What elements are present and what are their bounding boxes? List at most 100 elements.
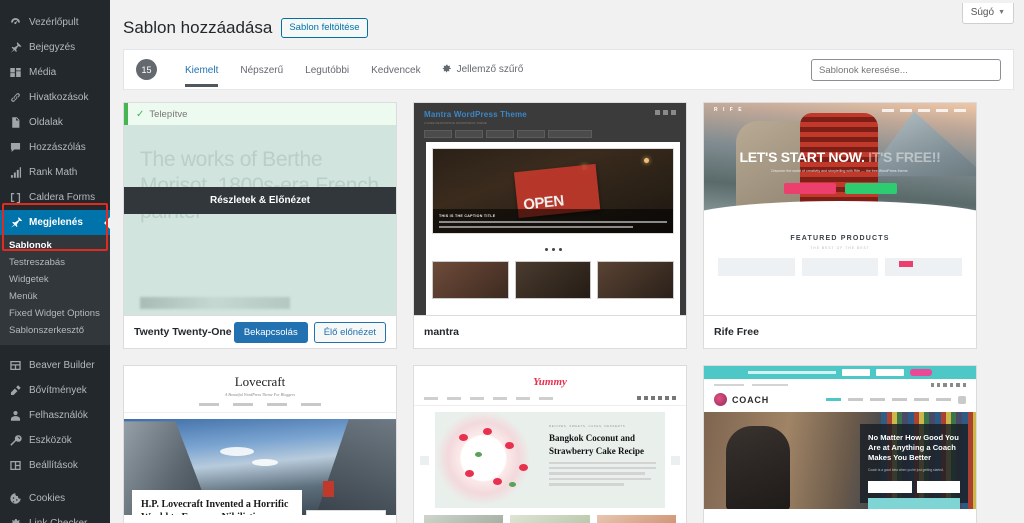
logo-text: Yummy	[533, 376, 567, 389]
sidebar-item-label: Eszközök	[29, 434, 72, 446]
submenu-item-themes[interactable]: Sablonok	[0, 237, 110, 254]
link-icon	[9, 91, 22, 104]
preview-products	[704, 250, 976, 277]
appearance-brush-icon	[9, 216, 22, 229]
theme-card[interactable]: Yummy RECIPES, SWEETS, CAKES, DESSERTS B…	[413, 365, 687, 523]
page-icon	[9, 116, 22, 129]
sidebar-item-users[interactable]: Felhasználók	[0, 403, 110, 428]
logo-text: COACH	[732, 394, 769, 405]
submenu-item-widgets[interactable]: Widgetek	[0, 271, 110, 288]
theme-card-footer: Rife Free	[704, 315, 976, 349]
preview-hero-box: No Matter How Good You Are at Anything a…	[860, 424, 968, 510]
sidebar-item-label: Rank Math	[29, 166, 78, 178]
preview-tagline: A FREE RESPONSIVE WORDPRESS THEME	[424, 121, 487, 126]
theme-screenshot[interactable]: R I F E LET'S START NOW. IT'S FREE!! Dis…	[704, 103, 976, 316]
theme-screenshot[interactable]: Yummy RECIPES, SWEETS, CAKES, DESSERTS B…	[414, 366, 686, 523]
filter-bar: 15 Kiemelt Népszerű Legutóbbi Kedvencek …	[124, 50, 1013, 91]
theme-screenshot[interactable]: Lovecraft A Beautiful WordPress Theme Fo…	[124, 366, 396, 523]
preview-post-card: H.P. Lovecraft Invented a Horrific World…	[132, 490, 302, 516]
sidebar-item-dashboard[interactable]: Vezérlőpult	[0, 10, 110, 35]
preview-header: Lovecraft A Beautiful WordPress Theme Fo…	[124, 366, 396, 420]
sidebar-item-settings[interactable]: Beállítások	[0, 453, 110, 478]
chevron-down-icon: ▼	[998, 9, 1005, 16]
themes-grid: ✓ Telepítve The works of Berthe Morisot,…	[110, 90, 1024, 523]
submenu-item-menus[interactable]: Menük	[0, 288, 110, 305]
sidebar-item-link-checker[interactable]: Link Checker	[0, 511, 110, 523]
preview-image-placeholder	[140, 297, 290, 310]
sidebar-item-tools[interactable]: Eszközök	[0, 428, 110, 453]
mantra-preview: Mantra WordPress Theme A FREE RESPONSIVE…	[414, 103, 686, 316]
submenu-label: Sablonszerkesztő	[9, 325, 84, 336]
sidebar-item-caldera-forms[interactable]: Caldera Forms	[0, 185, 110, 210]
sidebar-item-cookies[interactable]: Cookies	[0, 486, 110, 511]
submenu-label: Menük	[9, 291, 38, 302]
hero-heading: No Matter How Good You Are at Anything a…	[868, 433, 959, 463]
tab-featured[interactable]: Kiemelt	[174, 53, 229, 87]
theme-card-footer: mantra	[414, 315, 686, 349]
sidebar-item-pages[interactable]: Oldalak	[0, 110, 110, 135]
coach-preview: COACH No Matter How Good You Are at Anyt…	[704, 366, 976, 523]
submenu-item-theme-editor[interactable]: Sablonszerkesztő	[0, 322, 110, 339]
social-icons	[655, 110, 676, 116]
form-icon	[9, 191, 22, 204]
theme-card[interactable]: Mantra WordPress Theme A FREE RESPONSIVE…	[413, 102, 687, 350]
sidebar-item-media[interactable]: Média	[0, 60, 110, 85]
tab-latest[interactable]: Legutóbbi	[294, 53, 360, 87]
section-title: FEATURED PRODUCTS	[790, 235, 890, 243]
pin-icon	[9, 41, 22, 54]
slider-dots	[432, 238, 674, 256]
post-category: RECIPES, SWEETS, CAKES, DESSERTS	[549, 424, 626, 429]
sidebar-item-label: Beaver Builder	[29, 359, 95, 371]
tab-favorites[interactable]: Kedvencek	[360, 53, 431, 87]
submenu-item-customize[interactable]: Testreszabás	[0, 254, 110, 271]
tab-popular[interactable]: Népszerű	[229, 53, 294, 87]
submenu-label: Sablonok	[9, 240, 52, 251]
sidebar-item-plugins[interactable]: Bővítmények	[0, 378, 110, 403]
rife-preview: R I F E LET'S START NOW. IT'S FREE!! Dis…	[704, 103, 976, 316]
submenu-item-fixed-widget-options[interactable]: Fixed Widget Options	[0, 305, 110, 322]
hero-subtext: Coach is a good idea when you're just ge…	[868, 468, 944, 473]
sidebar-item-comments[interactable]: Hozzászólás	[0, 135, 110, 160]
preview-title: Mantra WordPress Theme	[424, 110, 527, 120]
settings-icon	[9, 459, 22, 472]
activate-button[interactable]: Bekapcsolás	[233, 321, 308, 343]
submenu-label: Widgetek	[9, 274, 49, 285]
theme-card[interactable]: R I F E LET'S START NOW. IT'S FREE!! Dis…	[703, 102, 977, 350]
sidebar-item-posts[interactable]: Bejegyzés	[0, 35, 110, 60]
preview-subtext: Discover the world of creativity and sto…	[771, 169, 909, 174]
sidebar-item-rank-math[interactable]: Rank Math	[0, 160, 110, 185]
sidebar-item-appearance[interactable]: Megjelenés	[0, 210, 111, 235]
admin-sidebar: Vezérlőpult Bejegyzés Média Hivatkozások…	[0, 0, 111, 523]
theme-count-badge: 15	[136, 59, 157, 81]
preview-topbar	[704, 379, 976, 390]
prev-arrow-icon[interactable]	[420, 455, 429, 465]
preview-promo-banner	[704, 366, 976, 380]
preview-search: ⌕	[306, 510, 386, 516]
theme-card[interactable]: ✓ Telepítve The works of Berthe Morisot,…	[123, 102, 397, 350]
heading-bold: LET'S START NOW.	[739, 149, 865, 166]
search-container	[811, 59, 1001, 82]
sidebar-item-label: Cookies	[29, 492, 66, 504]
details-preview-overlay[interactable]: Részletek & Előnézet	[124, 187, 396, 215]
help-button[interactable]: Súgó ▼	[961, 3, 1014, 24]
sidebar-item-label: Caldera Forms	[29, 191, 96, 203]
search-input[interactable]	[811, 59, 1001, 82]
theme-screenshot[interactable]: COACH No Matter How Good You Are at Anyt…	[704, 366, 976, 523]
sidebar-item-label: Felhasználók	[29, 409, 88, 421]
chart-icon	[9, 166, 22, 179]
sidebar-item-beaver-builder[interactable]: Beaver Builder	[0, 353, 110, 378]
theme-screenshot[interactable]: Mantra WordPress Theme A FREE RESPONSIVE…	[414, 103, 686, 316]
help-label: Súgó	[970, 7, 995, 18]
preview-heading: LET'S START NOW. IT'S FREE!!	[704, 149, 976, 165]
theme-card[interactable]: COACH No Matter How Good You Are at Anyt…	[703, 365, 977, 523]
preview-title: Lovecraft	[234, 374, 286, 390]
feature-filter-button[interactable]: Jellemző szűrő	[441, 63, 523, 77]
theme-card[interactable]: Lovecraft A Beautiful WordPress Theme Fo…	[123, 365, 397, 523]
sidebar-item-label: Hozzászólás	[29, 141, 86, 153]
preview-caption: THIS IS THE CAPTION TITLE	[433, 209, 673, 234]
sidebar-item-links[interactable]: Hivatkozások	[0, 85, 110, 110]
themes-panel: 15 Kiemelt Népszerű Legutóbbi Kedvencek …	[123, 49, 1014, 91]
next-arrow-icon[interactable]	[671, 455, 680, 465]
live-preview-button[interactable]: Élő előnézet	[313, 321, 386, 343]
theme-screenshot[interactable]: The works of Berthe Morisot, 1800s-era F…	[124, 125, 396, 316]
